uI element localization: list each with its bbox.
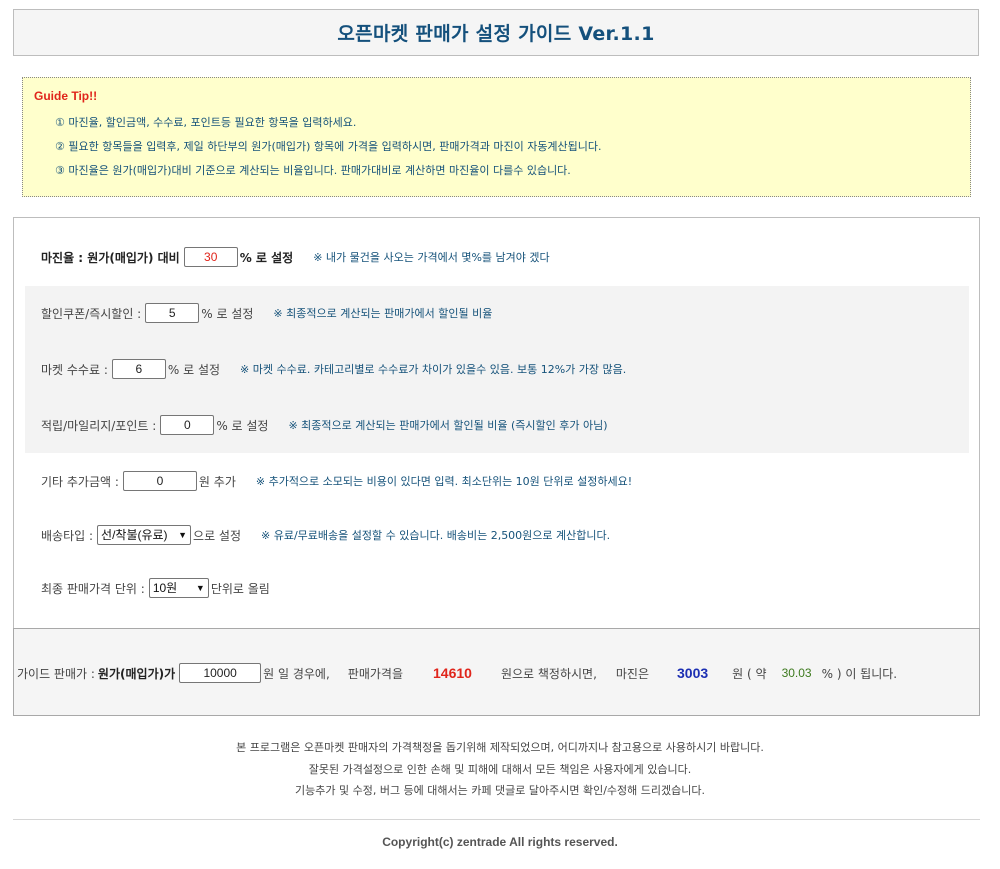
extra-unit: 원 추가	[198, 474, 236, 489]
shipping-label: 배송타입 :	[41, 528, 94, 543]
page-title: 오픈마켓 판매가 설정 가이드 Ver.1.1	[337, 23, 655, 45]
coupon-unit: % 로 설정	[201, 306, 254, 321]
margin-row: 마진율 : 원가(매입가) 대비 30 % 로 설정 ※ 내가 물건을 사오는 …	[41, 245, 550, 269]
cost-price-input[interactable]: 10000	[179, 663, 262, 683]
extra-row: 기타 추가금액 : 0 원 추가 ※ 추가적으로 소모되는 비용이 있다면 입력…	[41, 469, 632, 493]
margin-note: ※ 내가 물건을 사오는 가격에서 몇%를 남겨야 겠다	[313, 251, 550, 264]
footer-notice: 기능추가 및 수정, 버그 등에 대해서는 카페 댓글로 달아주시면 확인/수정…	[295, 784, 705, 797]
rounding-unit-value: 10원	[152, 581, 178, 595]
chevron-down-icon: ▼	[178, 530, 188, 540]
settings-form: 마진율 : 원가(매입가) 대비 30 % 로 설정 ※ 내가 물건을 사오는 …	[13, 217, 980, 629]
guide-tip-box: Guide Tip!! ① 마진율, 할인금액, 수수료, 포인트등 필요한 항…	[22, 77, 971, 197]
result-row: 가이드 판매가 : 원가(매입가)가 10000 원 일 경우에, 판매가격을 …	[17, 661, 897, 685]
copyright: Copyright(c) zentrade All rights reserve…	[382, 835, 618, 849]
rounding-unit-select[interactable]: 10원 ▼	[148, 578, 209, 598]
fee-note: ※ 마켓 수수료. 카테고리별로 수수료가 차이가 있을수 있음. 보통 12%…	[240, 363, 627, 376]
point-note: ※ 최종적으로 계산되는 판매가에서 할인될 비율 (즉시할인 후가 아님)	[288, 419, 608, 432]
guide-tip-title: Guide Tip!!	[34, 89, 98, 103]
price-label: 판매가격을	[347, 666, 403, 681]
fee-row: 마켓 수수료 : 6 % 로 설정 ※ 마켓 수수료. 카테고리별로 수수료가 …	[41, 357, 626, 381]
margin-result-label: 마진은	[615, 666, 650, 681]
coupon-row: 할인쿠폰/즉시할인 : 5 % 로 설정 ※ 최종적으로 계산되는 판매가에서 …	[41, 301, 492, 325]
point-unit: % 로 설정	[216, 418, 269, 433]
shipping-row: 배송타입 : 선/착불(유료) ▼ 으로 설정 ※ 유료/무료배송을 설정할 수…	[41, 523, 610, 547]
fee-unit: % 로 설정	[167, 362, 221, 377]
margin-label: 마진율 : 원가(매입가) 대비	[41, 250, 180, 265]
result-prefix: 가이드 판매가 :	[17, 666, 95, 681]
rounding-unit: 단위로 올림	[210, 581, 270, 596]
point-label: 적립/마일리지/포인트 :	[41, 418, 157, 433]
extra-label: 기타 추가금액 :	[41, 474, 119, 489]
rounding-row: 최종 판매가격 단위 : 10원 ▼ 단위로 올림	[41, 576, 270, 600]
cost-suffix: 원 일 경우에,	[263, 666, 330, 681]
sale-price-value: 14610	[433, 665, 472, 681]
shipping-note: ※ 유료/무료배송을 설정할 수 있습니다. 배송비는 2,500원으로 계산합…	[261, 529, 611, 542]
guide-tip-line: ① 마진율, 할인금액, 수수료, 포인트등 필요한 항목을 입력하세요.	[55, 116, 357, 129]
price-suffix: 원으로 책정하시면,	[500, 666, 597, 681]
cost-label: 원가(매입가)가	[97, 666, 176, 681]
point-rate-input[interactable]: 0	[160, 415, 215, 435]
market-fee-input[interactable]: 6	[111, 359, 166, 379]
result-box: 가이드 판매가 : 원가(매입가)가 10000 원 일 경우에, 판매가격을 …	[13, 628, 980, 716]
margin-mid-text: 원 ( 약	[732, 666, 767, 681]
coupon-label: 할인쿠폰/즉시할인 :	[41, 306, 142, 321]
coupon-rate-input[interactable]: 5	[145, 303, 200, 323]
footer-notice: 본 프로그램은 오픈마켓 판매자의 가격책정을 돕기위해 제작되었으며, 어디까…	[236, 741, 764, 754]
shipping-unit: 으로 설정	[193, 528, 242, 543]
shipping-type-select[interactable]: 선/착불(유료) ▼	[97, 525, 192, 545]
margin-amount-value: 3003	[677, 665, 709, 681]
shipping-type-value: 선/착불(유료)	[101, 528, 168, 542]
point-row: 적립/마일리지/포인트 : 0 % 로 설정 ※ 최종적으로 계산되는 판매가에…	[41, 413, 607, 437]
footer-notice: 잘못된 가격설정으로 인한 손해 및 피해에 대해서 모든 책임은 사용자에게 …	[308, 763, 692, 776]
extra-amount-input[interactable]: 0	[122, 471, 197, 491]
extra-note: ※ 추가적으로 소모되는 비용이 있다면 입력. 최소단위는 10원 단위로 설…	[255, 475, 633, 488]
rate-suffix: % ) 이 됩니다.	[821, 666, 898, 681]
guide-tip-line: ③ 마진율은 원가(매입가)대비 기준으로 계산되는 비율입니다. 판매가대비로…	[55, 164, 571, 177]
footer-divider	[13, 819, 980, 820]
guide-tip-line: ② 필요한 항목들을 입력후, 제일 하단부의 원가(매입가) 항목에 가격을 …	[55, 140, 602, 153]
margin-rate-value: 30.03	[781, 666, 812, 680]
margin-unit: % 로 설정	[239, 250, 294, 265]
margin-rate-input[interactable]: 30	[183, 247, 238, 267]
page-title-box: 오픈마켓 판매가 설정 가이드 Ver.1.1	[13, 9, 979, 56]
coupon-note: ※ 최종적으로 계산되는 판매가에서 할인될 비율	[273, 307, 493, 320]
fee-label: 마켓 수수료 :	[41, 362, 108, 377]
chevron-down-icon: ▼	[195, 583, 205, 593]
rounding-label: 최종 판매가격 단위 :	[41, 581, 145, 596]
